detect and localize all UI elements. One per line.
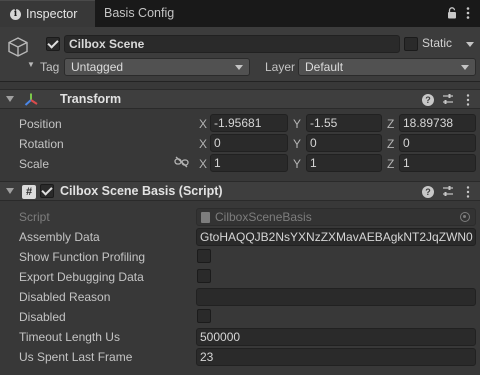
timeout-length-label: Timeout Length Us	[19, 330, 120, 344]
us-spent-last-frame-label: Us Spent Last Frame	[19, 350, 133, 364]
script-hash-icon: #	[22, 185, 36, 199]
position-y-label[interactable]: Y	[293, 117, 301, 131]
disabled-checkbox[interactable]	[197, 309, 211, 323]
show-function-profiling-label: Show Function Profiling	[19, 250, 146, 264]
position-label: Position	[19, 117, 62, 131]
rotation-x-label[interactable]: X	[199, 137, 207, 151]
tab-basis-config-label: Basis Config	[104, 6, 175, 20]
disabled-label: Disabled	[19, 310, 66, 324]
object-name-field[interactable]: Cilbox Scene	[64, 35, 400, 53]
position-y-field[interactable]: -1.55	[306, 114, 382, 132]
export-debugging-data-checkbox[interactable]	[197, 269, 211, 283]
script-enabled-checkbox[interactable]	[40, 184, 54, 198]
help-icon[interactable]: ?	[422, 186, 434, 198]
script-file-icon	[201, 212, 210, 223]
scale-z-label[interactable]: Z	[387, 157, 394, 171]
icon-dropdown-icon[interactable]: ▼	[27, 60, 35, 69]
assembly-data-label: Assembly Data	[19, 230, 100, 244]
position-z-field[interactable]: 18.89738	[399, 114, 476, 132]
script-reference-field: CilboxSceneBasis	[196, 208, 476, 226]
timeout-length-field[interactable]: 500000	[196, 328, 476, 346]
gameobject-cube-icon[interactable]	[6, 35, 30, 59]
chevron-down-icon	[235, 65, 243, 70]
scale-y-label[interactable]: Y	[293, 157, 301, 171]
scale-y-field[interactable]: 1	[306, 154, 382, 172]
rotation-z-field[interactable]: 0	[399, 134, 476, 152]
constrain-proportions-icon[interactable]	[174, 156, 189, 168]
foldout-arrow-icon[interactable]	[6, 96, 14, 102]
disabled-reason-label: Disabled Reason	[19, 290, 111, 304]
active-checkbox[interactable]	[46, 37, 60, 51]
tab-inspector[interactable]: i Inspector	[0, 0, 95, 27]
tab-bar: i Inspector Basis Config	[0, 0, 480, 27]
tag-dropdown[interactable]: Untagged	[64, 58, 250, 76]
layer-dropdown[interactable]: Default	[298, 58, 476, 76]
script-label: Script	[19, 210, 50, 224]
transform-title: Transform	[60, 92, 122, 106]
tag-value: Untagged	[71, 60, 124, 74]
more-menu-icon[interactable]	[465, 185, 471, 199]
rotation-y-label[interactable]: Y	[293, 137, 301, 151]
scale-z-field[interactable]: 1	[399, 154, 476, 172]
foldout-arrow-icon[interactable]	[6, 188, 14, 194]
show-function-profiling-checkbox[interactable]	[197, 249, 211, 263]
scale-x-field[interactable]: 1	[210, 154, 288, 172]
chevron-down-icon	[461, 65, 469, 70]
export-debugging-data-label: Export Debugging Data	[19, 270, 144, 284]
static-label: Static	[422, 36, 453, 50]
scale-label: Scale	[19, 157, 50, 171]
preset-sliders-icon[interactable]	[442, 185, 454, 197]
disabled-reason-field[interactable]	[196, 288, 476, 306]
more-menu-icon[interactable]	[465, 93, 471, 107]
transform-header[interactable]: Transform ?	[0, 89, 480, 109]
position-x-label[interactable]: X	[199, 117, 207, 131]
rotation-z-label[interactable]: Z	[387, 137, 394, 151]
us-spent-last-frame-field[interactable]: 23	[196, 348, 476, 366]
lock-icon[interactable]	[447, 7, 457, 19]
tag-label: Tag	[40, 60, 60, 74]
transform-icon	[24, 93, 38, 106]
preset-sliders-icon[interactable]	[442, 93, 454, 105]
position-z-label[interactable]: Z	[387, 117, 394, 131]
rotation-y-field[interactable]: 0	[306, 134, 382, 152]
static-dropdown-icon[interactable]	[466, 42, 474, 47]
static-checkbox[interactable]	[404, 37, 418, 51]
assembly-data-field[interactable]: GtoHAQQJB2NsYXNzZXMavAEBAgkNT2JqZWN0	[196, 228, 476, 246]
scale-x-label[interactable]: X	[199, 157, 207, 171]
layer-label: Layer	[265, 60, 296, 74]
info-icon: i	[10, 9, 21, 20]
tab-inspector-label: Inspector	[26, 7, 78, 21]
script-component-title: Cilbox Scene Basis (Script)	[60, 184, 223, 198]
tab-basis-config[interactable]: Basis Config	[96, 0, 206, 27]
help-icon[interactable]: ?	[422, 94, 434, 106]
object-picker-icon	[460, 212, 470, 222]
script-reference-value: CilboxSceneBasis	[215, 210, 312, 224]
tab-menu-icon[interactable]	[464, 6, 472, 20]
rotation-label: Rotation	[19, 137, 64, 151]
layer-value: Default	[305, 60, 344, 74]
rotation-x-field[interactable]: 0	[210, 134, 288, 152]
position-x-field[interactable]: -1.95681	[210, 114, 288, 132]
script-component-header[interactable]: # Cilbox Scene Basis (Script) ?	[0, 181, 480, 201]
